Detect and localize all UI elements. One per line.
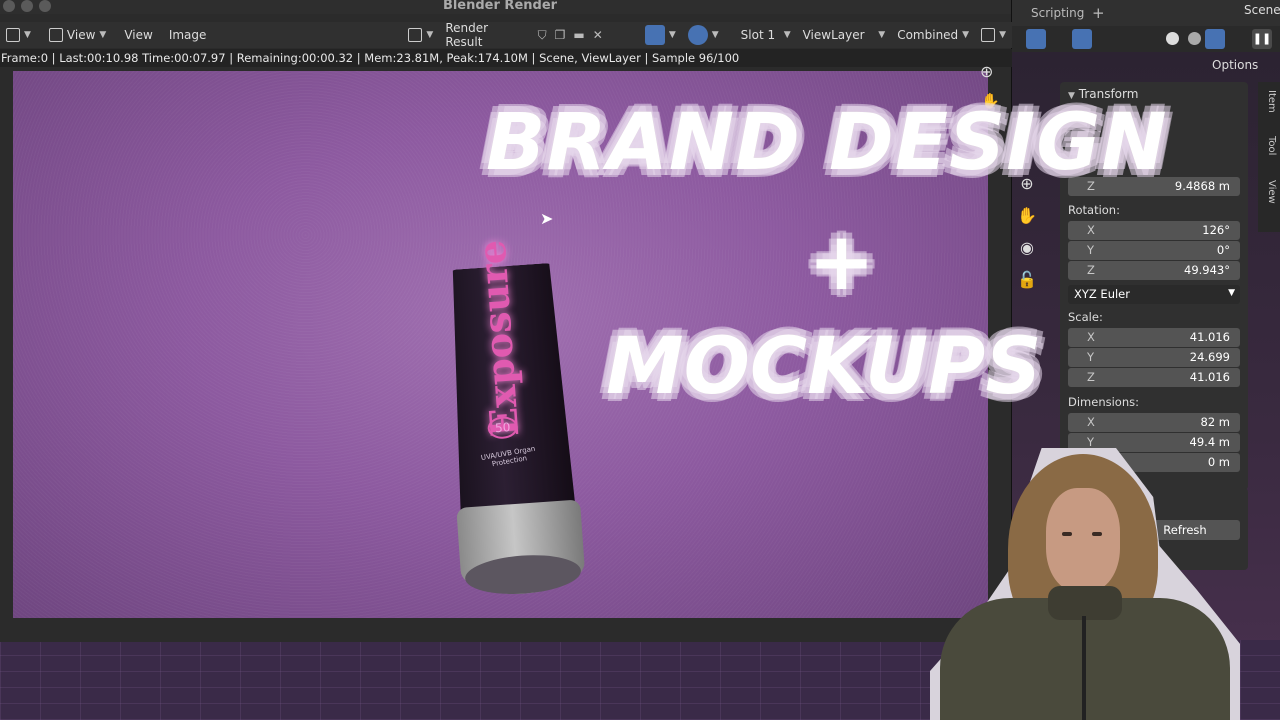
menu-view[interactable]: View bbox=[118, 24, 158, 46]
window-title: Blender Render bbox=[442, 0, 558, 13]
camera-icon[interactable]: ◉ bbox=[1016, 238, 1038, 260]
scale-z-field[interactable]: Z 41.016 bbox=[1068, 368, 1240, 387]
image-icon bbox=[408, 28, 423, 42]
workspace-topbar: Scripting + Scene bbox=[1012, 0, 1280, 26]
pause-render-icon[interactable]: ❚❚ bbox=[1252, 29, 1272, 49]
dimension-x-field[interactable]: X 82 m bbox=[1068, 413, 1240, 432]
view-mode-selector[interactable]: View ▼ bbox=[43, 24, 112, 46]
display-channels-button[interactable]: ▼ bbox=[975, 24, 1012, 46]
zoom-icon[interactable]: ⊕ bbox=[980, 62, 993, 81]
view-layer-selector[interactable]: ViewLayer ▼ bbox=[797, 24, 892, 46]
editor-type-selector[interactable]: ▼ bbox=[0, 24, 37, 46]
slot-selector[interactable]: Slot 1 ▼ bbox=[735, 24, 797, 46]
dimensions-label: Dimensions: bbox=[1068, 395, 1139, 409]
mouse-cursor-icon: ➤ bbox=[540, 209, 554, 228]
overlay-plus: + bbox=[808, 215, 876, 308]
add-workspace-button[interactable]: + bbox=[1092, 4, 1105, 22]
open-folder-icon[interactable]: ▬ bbox=[573, 28, 584, 42]
chevron-down-icon: ▼ bbox=[1228, 288, 1235, 298]
render-window: Blender Render ▼ View ▼ View Image ▼ Ren… bbox=[0, 0, 1012, 642]
overlay-toggle-icon[interactable] bbox=[1072, 29, 1092, 49]
shading-solid-icon[interactable] bbox=[1166, 32, 1179, 45]
pass-selector[interactable]: Combined ▼ bbox=[891, 24, 975, 46]
tab-tool[interactable]: Tool bbox=[1261, 136, 1277, 155]
overlay-button[interactable]: ▼ bbox=[682, 24, 725, 46]
viewport-header-right: ❚❚ Options bbox=[1012, 26, 1280, 72]
channels-icon bbox=[981, 28, 996, 42]
scale-label: Scale: bbox=[1068, 310, 1103, 324]
overlay-title-line2: MOCKUPS bbox=[606, 322, 1042, 412]
image-name-field[interactable]: Render Result bbox=[439, 21, 531, 49]
image-editor-header: ▼ View ▼ View Image ▼ Render Result ⛉ ❐ … bbox=[0, 21, 1012, 49]
location-z-value: 9.4868 m bbox=[1174, 179, 1230, 193]
chevron-down-icon: ▼ bbox=[999, 30, 1007, 40]
sidebar-tabs: Item Tool View bbox=[1258, 82, 1280, 232]
menu-image[interactable]: Image bbox=[163, 24, 213, 46]
gizmo-icon bbox=[644, 25, 665, 45]
window-titlebar: Blender Render bbox=[0, 0, 1011, 14]
chevron-down-icon: ▼ bbox=[668, 30, 676, 40]
fake-user-shield-icon[interactable]: ⛉ bbox=[538, 28, 547, 43]
duplicate-image-icon[interactable]: ❐ bbox=[555, 28, 566, 42]
chevron-down-icon: ▼ bbox=[878, 30, 886, 40]
tab-view[interactable]: View bbox=[1261, 180, 1277, 204]
presenter-photo-cutout bbox=[930, 448, 1240, 720]
chevron-down-icon: ▼ bbox=[24, 30, 31, 40]
chevron-down-icon: ▼ bbox=[426, 30, 434, 40]
image-editor-icon bbox=[6, 28, 20, 42]
tab-scripting[interactable]: Scripting bbox=[1031, 6, 1084, 20]
close-icon[interactable]: ✕ bbox=[593, 28, 603, 42]
rotation-mode-select[interactable]: XYZ Euler ▼ bbox=[1068, 285, 1240, 304]
chevron-down-icon: ▼ bbox=[711, 30, 719, 40]
options-dropdown[interactable]: Options bbox=[1212, 58, 1258, 72]
render-status-bar: Frame:0 | Last:00:10.98 Time:00:07.97 | … bbox=[0, 49, 1012, 67]
rotation-label: Rotation: bbox=[1068, 203, 1120, 217]
hand-pan-icon[interactable]: ✋ bbox=[1016, 206, 1038, 228]
shading-rendered-icon[interactable] bbox=[1205, 29, 1225, 49]
scale-y-field[interactable]: Y 24.699 bbox=[1068, 348, 1240, 367]
rotation-x-field[interactable]: X 126° bbox=[1068, 221, 1240, 240]
overlay-icon bbox=[687, 25, 708, 45]
gizmo-toggle-icon[interactable] bbox=[1026, 29, 1046, 49]
shading-material-icon[interactable] bbox=[1188, 32, 1201, 45]
rotation-y-field[interactable]: Y 0° bbox=[1068, 241, 1240, 260]
viewport-tool-icons: ⊕ ✋ ◉ 🔓 bbox=[1016, 170, 1040, 300]
image-actions: ⛉ ❐ ▬ ✕ bbox=[532, 24, 609, 46]
chevron-down-icon: ▼ bbox=[99, 30, 107, 40]
lock-icon[interactable]: 🔓 bbox=[1016, 270, 1038, 292]
rotation-z-field[interactable]: Z 49.943° bbox=[1068, 261, 1240, 280]
overlay-title-line1: BRAND DESIGN bbox=[486, 98, 1168, 188]
scale-x-field[interactable]: X 41.016 bbox=[1068, 328, 1240, 347]
image-browse-button[interactable]: ▼ bbox=[402, 24, 439, 46]
gizmo-button[interactable]: ▼ bbox=[639, 24, 682, 46]
chevron-down-icon: ▼ bbox=[783, 30, 791, 40]
tube-brand-label: Exposure bbox=[468, 238, 528, 439]
scene-selector[interactable]: Scene bbox=[1244, 3, 1280, 17]
tab-item[interactable]: Item bbox=[1261, 90, 1277, 113]
product-tube: Exposure 50 UVA/UVB Organ Protection bbox=[434, 238, 592, 601]
view-mode-icon bbox=[48, 28, 63, 42]
chevron-down-icon: ▼ bbox=[962, 30, 970, 40]
